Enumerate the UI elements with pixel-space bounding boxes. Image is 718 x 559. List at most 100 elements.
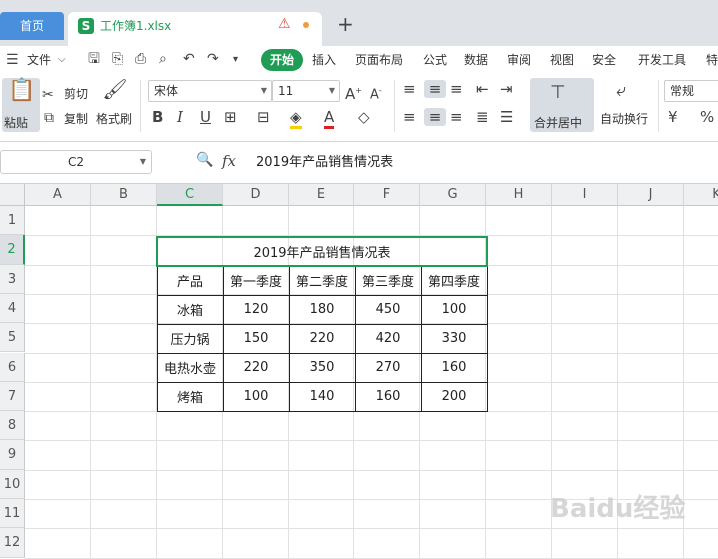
column-header-g[interactable]: G bbox=[420, 184, 486, 206]
product-cell[interactable]: 电热水壶 bbox=[156, 352, 224, 383]
chevron-down-icon[interactable]: ⌵ bbox=[58, 52, 66, 68]
value-cell[interactable]: 220 bbox=[222, 352, 290, 383]
column-header-a[interactable]: A bbox=[25, 184, 91, 206]
undo-icon[interactable]: ↶ bbox=[183, 51, 195, 67]
row-header-6[interactable]: 6 bbox=[0, 352, 25, 382]
warning-icon[interactable]: ⚠ bbox=[278, 16, 291, 32]
cell-style-icon[interactable]: ⊟ bbox=[257, 108, 270, 126]
row-header-4[interactable]: 4 bbox=[0, 293, 25, 324]
formula-input[interactable]: 2019年产品销售情况表 bbox=[256, 154, 393, 172]
value-cell[interactable]: 100 bbox=[222, 381, 290, 412]
menu-insert[interactable]: 插入 bbox=[312, 51, 336, 69]
hamburger-icon[interactable]: ☰ bbox=[6, 52, 19, 68]
product-cell[interactable]: 冰箱 bbox=[156, 294, 224, 325]
border-icon[interactable]: ⊞ bbox=[224, 108, 237, 126]
row-header-3[interactable]: 3 bbox=[0, 264, 25, 294]
increase-font-icon[interactable]: A+ bbox=[345, 82, 362, 103]
column-header-e[interactable]: E bbox=[289, 184, 354, 206]
menu-review[interactable]: 审阅 bbox=[507, 51, 531, 69]
table-title-cell[interactable]: 2019年产品销售情况表 bbox=[156, 236, 488, 267]
align-left-icon[interactable]: ≡ bbox=[403, 108, 416, 126]
justify-icon[interactable]: ≣ bbox=[476, 108, 489, 126]
font-size-select[interactable]: 11 ▼ bbox=[272, 80, 340, 102]
bold-icon[interactable]: B bbox=[152, 108, 163, 126]
menu-developer[interactable]: 开发工具 bbox=[638, 51, 686, 69]
align-bottom-icon[interactable]: ≡ bbox=[450, 80, 463, 98]
cut-button[interactable]: 剪切 bbox=[64, 87, 88, 101]
align-top-icon[interactable]: ≡ bbox=[403, 80, 416, 98]
value-cell[interactable]: 160 bbox=[420, 352, 488, 383]
export-pdf-icon[interactable]: ⎘ bbox=[112, 51, 123, 67]
font-color-icon[interactable]: A bbox=[324, 108, 335, 129]
menu-view[interactable]: 视图 bbox=[550, 51, 574, 69]
tab-workbook[interactable]: S 工作簿1.xlsx ⚠ bbox=[68, 12, 322, 46]
menu-page-layout[interactable]: 页面布局 bbox=[355, 51, 403, 69]
row-header-10[interactable]: 10 bbox=[0, 469, 25, 499]
value-cell[interactable]: 330 bbox=[420, 323, 488, 354]
menu-data[interactable]: 数据 bbox=[464, 51, 488, 69]
row-header-7[interactable]: 7 bbox=[0, 381, 25, 412]
header-cell[interactable]: 产品 bbox=[156, 265, 224, 296]
align-center-icon[interactable]: ≡ bbox=[424, 108, 446, 126]
number-format-select[interactable]: 常规 bbox=[664, 80, 718, 102]
tab-home[interactable]: 首页 bbox=[0, 12, 64, 40]
fx-icon[interactable]: fx bbox=[222, 152, 236, 170]
value-cell[interactable]: 220 bbox=[288, 323, 356, 354]
menu-formula[interactable]: 公式 bbox=[423, 51, 447, 69]
value-cell[interactable]: 200 bbox=[420, 381, 488, 412]
value-cell[interactable]: 140 bbox=[288, 381, 356, 412]
value-cell[interactable]: 150 bbox=[222, 323, 290, 354]
row-header-1[interactable]: 1 bbox=[0, 206, 25, 236]
product-cell[interactable]: 压力锅 bbox=[156, 323, 224, 354]
header-cell[interactable]: 第四季度 bbox=[420, 265, 488, 296]
column-header-f[interactable]: F bbox=[354, 184, 420, 206]
font-name-select[interactable]: 宋体 ▼ bbox=[148, 80, 272, 102]
italic-icon[interactable]: I bbox=[177, 108, 183, 126]
copy-icon[interactable]: ⧉ bbox=[44, 110, 54, 126]
value-cell[interactable]: 180 bbox=[288, 294, 356, 325]
save-icon[interactable]: 🖫 bbox=[88, 51, 100, 67]
row-header-11[interactable]: 11 bbox=[0, 499, 25, 529]
row-header-12[interactable]: 12 bbox=[0, 528, 25, 558]
underline-icon[interactable]: U bbox=[200, 108, 211, 126]
value-cell[interactable]: 120 bbox=[222, 294, 290, 325]
fill-color-icon[interactable]: ◈ bbox=[290, 108, 302, 129]
percent-icon[interactable]: % bbox=[700, 108, 714, 126]
wrap-text-icon[interactable]: ⤶ bbox=[616, 82, 626, 100]
menu-special[interactable]: 特 bbox=[706, 51, 718, 69]
distribute-icon[interactable]: ☰ bbox=[500, 108, 513, 126]
more-icon[interactable]: ▾ bbox=[233, 52, 238, 68]
indent-increase-icon[interactable]: ⇥ bbox=[500, 80, 513, 98]
header-cell[interactable]: 第一季度 bbox=[222, 265, 290, 296]
menu-security[interactable]: 安全 bbox=[592, 51, 616, 69]
format-painter-icon[interactable]: 🖌 bbox=[102, 79, 128, 99]
column-header-d[interactable]: D bbox=[223, 184, 289, 206]
row-header-8[interactable]: 8 bbox=[0, 411, 25, 441]
name-box[interactable]: C2 ▼ bbox=[0, 150, 152, 174]
print-preview-icon[interactable]: ⌕ bbox=[159, 51, 167, 67]
value-cell[interactable]: 100 bbox=[420, 294, 488, 325]
column-header-c[interactable]: C bbox=[157, 184, 223, 206]
value-cell[interactable]: 270 bbox=[354, 352, 422, 383]
header-cell[interactable]: 第二季度 bbox=[288, 265, 356, 296]
copy-button[interactable]: 复制 bbox=[64, 112, 88, 126]
row-header-9[interactable]: 9 bbox=[0, 440, 25, 470]
row-header-5[interactable]: 5 bbox=[0, 323, 25, 353]
column-header-i[interactable]: I bbox=[552, 184, 618, 206]
value-cell[interactable]: 420 bbox=[354, 323, 422, 354]
merge-center-button[interactable]: ⊤ 合并居中 bbox=[530, 78, 594, 132]
print-icon[interactable]: ⎙ bbox=[135, 51, 146, 67]
menu-file[interactable]: 文件 bbox=[27, 51, 51, 69]
align-middle-icon[interactable]: ≡ bbox=[424, 80, 446, 98]
clear-icon[interactable]: ◇ bbox=[358, 108, 370, 126]
currency-icon[interactable]: ¥ bbox=[668, 108, 678, 126]
value-cell[interactable]: 160 bbox=[354, 381, 422, 412]
align-right-icon[interactable]: ≡ bbox=[450, 108, 463, 126]
column-header-k[interactable]: K bbox=[684, 184, 718, 206]
value-cell[interactable]: 350 bbox=[288, 352, 356, 383]
wrap-text-button[interactable]: 自动换行 bbox=[600, 112, 648, 126]
indent-decrease-icon[interactable]: ⇤ bbox=[476, 80, 489, 98]
column-header-h[interactable]: H bbox=[486, 184, 552, 206]
format-painter-button[interactable]: 格式刷 bbox=[96, 112, 132, 126]
menu-home[interactable]: 开始 bbox=[261, 49, 303, 71]
